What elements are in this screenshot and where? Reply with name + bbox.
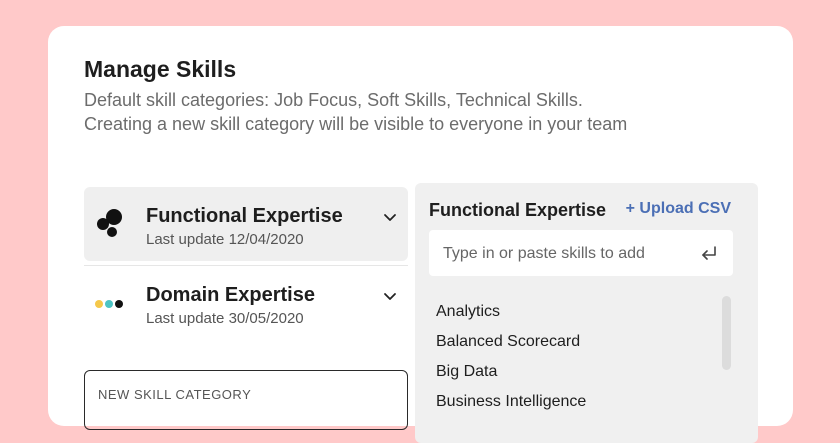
- skills-scrollbar[interactable]: [722, 296, 731, 370]
- skill-item[interactable]: Business Intelligence: [436, 387, 716, 417]
- new-skill-category-field[interactable]: NEW SKILL CATEGORY: [84, 370, 408, 430]
- enter-icon[interactable]: [699, 243, 719, 263]
- skill-item[interactable]: Big Data: [436, 357, 716, 387]
- category-item-domain-expertise[interactable]: Domain Expertise Last update 30/05/2020: [84, 265, 408, 339]
- skill-item[interactable]: Balanced Scorecard: [436, 327, 716, 357]
- skill-item[interactable]: Analytics: [436, 297, 716, 327]
- panel-title: Functional Expertise: [429, 200, 607, 220]
- category-item-functional-expertise[interactable]: Functional Expertise Last update 12/04/2…: [84, 187, 408, 261]
- category-name: Functional Expertise: [146, 205, 343, 227]
- page-title: Manage Skills: [84, 56, 237, 82]
- skills-panel: Functional Expertise + Upload CSV Analyt…: [415, 183, 758, 443]
- chevron-down-icon[interactable]: [382, 288, 398, 304]
- page-description: Default skill categories: Job Focus, Sof…: [84, 88, 724, 136]
- skill-search-input[interactable]: [441, 230, 685, 278]
- description-line-2: Creating a new skill category will be vi…: [84, 114, 628, 134]
- chevron-down-icon[interactable]: [382, 209, 398, 225]
- category-updated: Last update 30/05/2020: [146, 310, 304, 327]
- description-line-1: Default skill categories: Job Focus, Sof…: [84, 90, 583, 110]
- bubbles-icon: [97, 209, 122, 237]
- manage-skills-card: Manage Skills Default skill categories: …: [48, 26, 793, 443]
- skills-list: Analytics Balanced Scorecard Big Data Bu…: [436, 297, 716, 417]
- dots-icon: [95, 300, 123, 308]
- category-name: Domain Expertise: [146, 284, 315, 306]
- upload-csv-link[interactable]: + Upload CSV: [626, 200, 731, 218]
- category-updated: Last update 12/04/2020: [146, 231, 304, 248]
- skill-input-box: [429, 230, 733, 278]
